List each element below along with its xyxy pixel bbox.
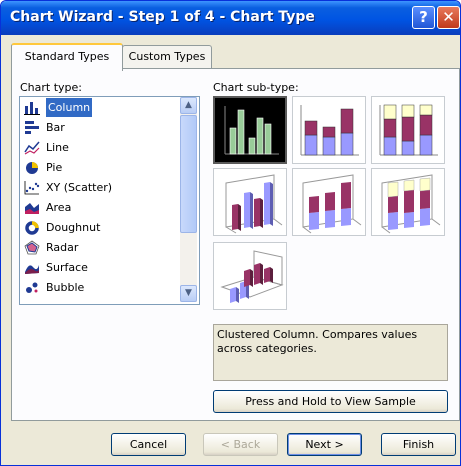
surface-chart-icon bbox=[25, 265, 39, 274]
chart-type-list[interactable]: Column Bar Line Pie XY (Scatter) Area Do… bbox=[19, 96, 200, 305]
help-button[interactable]: ? bbox=[412, 6, 435, 29]
list-item-label: Pie bbox=[46, 161, 63, 174]
subtype-clustered-column[interactable] bbox=[213, 96, 287, 164]
scroll-up-icon[interactable]: ▲ bbox=[180, 97, 197, 114]
chart-type-label: Chart type: bbox=[20, 81, 83, 94]
finish-button[interactable]: Finish bbox=[381, 433, 456, 456]
list-item-column[interactable]: Column bbox=[22, 98, 180, 117]
tab-custom-types[interactable]: Custom Types bbox=[122, 45, 212, 68]
bar-chart-icon bbox=[25, 121, 39, 134]
view-sample-button[interactable]: Press and Hold to View Sample bbox=[213, 390, 448, 413]
pie-chart-icon bbox=[26, 162, 38, 174]
scatter-chart-icon bbox=[24, 181, 40, 195]
column-chart-icon bbox=[24, 102, 40, 115]
doughnut-chart-icon bbox=[25, 221, 39, 235]
100-stacked-column-icon bbox=[379, 104, 438, 156]
3d-stacked-column-icon bbox=[302, 174, 362, 234]
list-item-radar[interactable]: Radar bbox=[22, 238, 180, 257]
list-item-bubble[interactable]: Bubble bbox=[22, 278, 180, 297]
list-item-pie[interactable]: Pie bbox=[22, 158, 180, 177]
list-item-label: XY (Scatter) bbox=[46, 181, 113, 194]
list-item-doughnut[interactable]: Doughnut bbox=[22, 218, 180, 237]
cancel-button[interactable]: Cancel bbox=[111, 433, 186, 456]
chart-type-scrollbar[interactable]: ▲ ▼ bbox=[180, 97, 197, 302]
close-button[interactable]: ✕ bbox=[437, 6, 460, 29]
title-bar[interactable]: Chart Wizard - Step 1 of 4 - Chart Type … bbox=[1, 1, 460, 35]
bubble-chart-icon bbox=[26, 282, 38, 293]
list-item-label: Doughnut bbox=[46, 221, 101, 234]
tab-standard-types[interactable]: Standard Types bbox=[11, 43, 123, 71]
next-button[interactable]: Next > bbox=[287, 433, 362, 456]
back-button[interactable]: < Back bbox=[203, 433, 278, 456]
subtype-description: Clustered Column. Compares values across… bbox=[213, 324, 448, 381]
subtype-3d-100-stacked-column[interactable] bbox=[371, 168, 445, 236]
list-item-label: Bar bbox=[46, 121, 65, 134]
list-item-bar[interactable]: Bar bbox=[22, 118, 180, 137]
radar-chart-icon bbox=[24, 240, 40, 255]
3d-clustered-column-icon bbox=[225, 174, 283, 234]
chart-wizard-dialog: Chart Wizard - Step 1 of 4 - Chart Type … bbox=[0, 0, 461, 466]
list-item-label: Bubble bbox=[46, 281, 85, 294]
scroll-thumb[interactable] bbox=[180, 115, 197, 233]
line-chart-icon bbox=[24, 141, 40, 155]
3d-column-icon bbox=[220, 250, 284, 303]
chart-subtype-label: Chart sub-type: bbox=[213, 81, 299, 94]
list-item-label: Radar bbox=[46, 241, 79, 254]
list-item-line[interactable]: Line bbox=[22, 138, 180, 157]
list-item-label: Line bbox=[46, 141, 69, 154]
list-item-label: Surface bbox=[46, 261, 88, 274]
list-item-label: Area bbox=[46, 201, 72, 214]
area-chart-icon bbox=[25, 203, 39, 214]
stacked-column-icon bbox=[300, 105, 359, 156]
clustered-column-icon bbox=[224, 106, 279, 155]
list-item-xy-scatter[interactable]: XY (Scatter) bbox=[22, 178, 180, 197]
subtype-stacked-column[interactable] bbox=[292, 96, 366, 164]
window-title: Chart Wizard - Step 1 of 4 - Chart Type bbox=[10, 9, 315, 25]
list-item-surface[interactable]: Surface bbox=[22, 258, 180, 277]
subtype-3d-column[interactable] bbox=[213, 242, 287, 310]
subtype-3d-clustered-column[interactable] bbox=[213, 168, 287, 236]
subtype-3d-stacked-column[interactable] bbox=[292, 168, 366, 236]
list-item-area[interactable]: Area bbox=[22, 198, 180, 217]
subtype-100-stacked-column[interactable] bbox=[371, 96, 445, 164]
3d-100-stacked-column-icon bbox=[381, 174, 441, 234]
scroll-down-icon[interactable]: ▼ bbox=[180, 285, 197, 302]
list-item-label: Column bbox=[46, 98, 93, 117]
